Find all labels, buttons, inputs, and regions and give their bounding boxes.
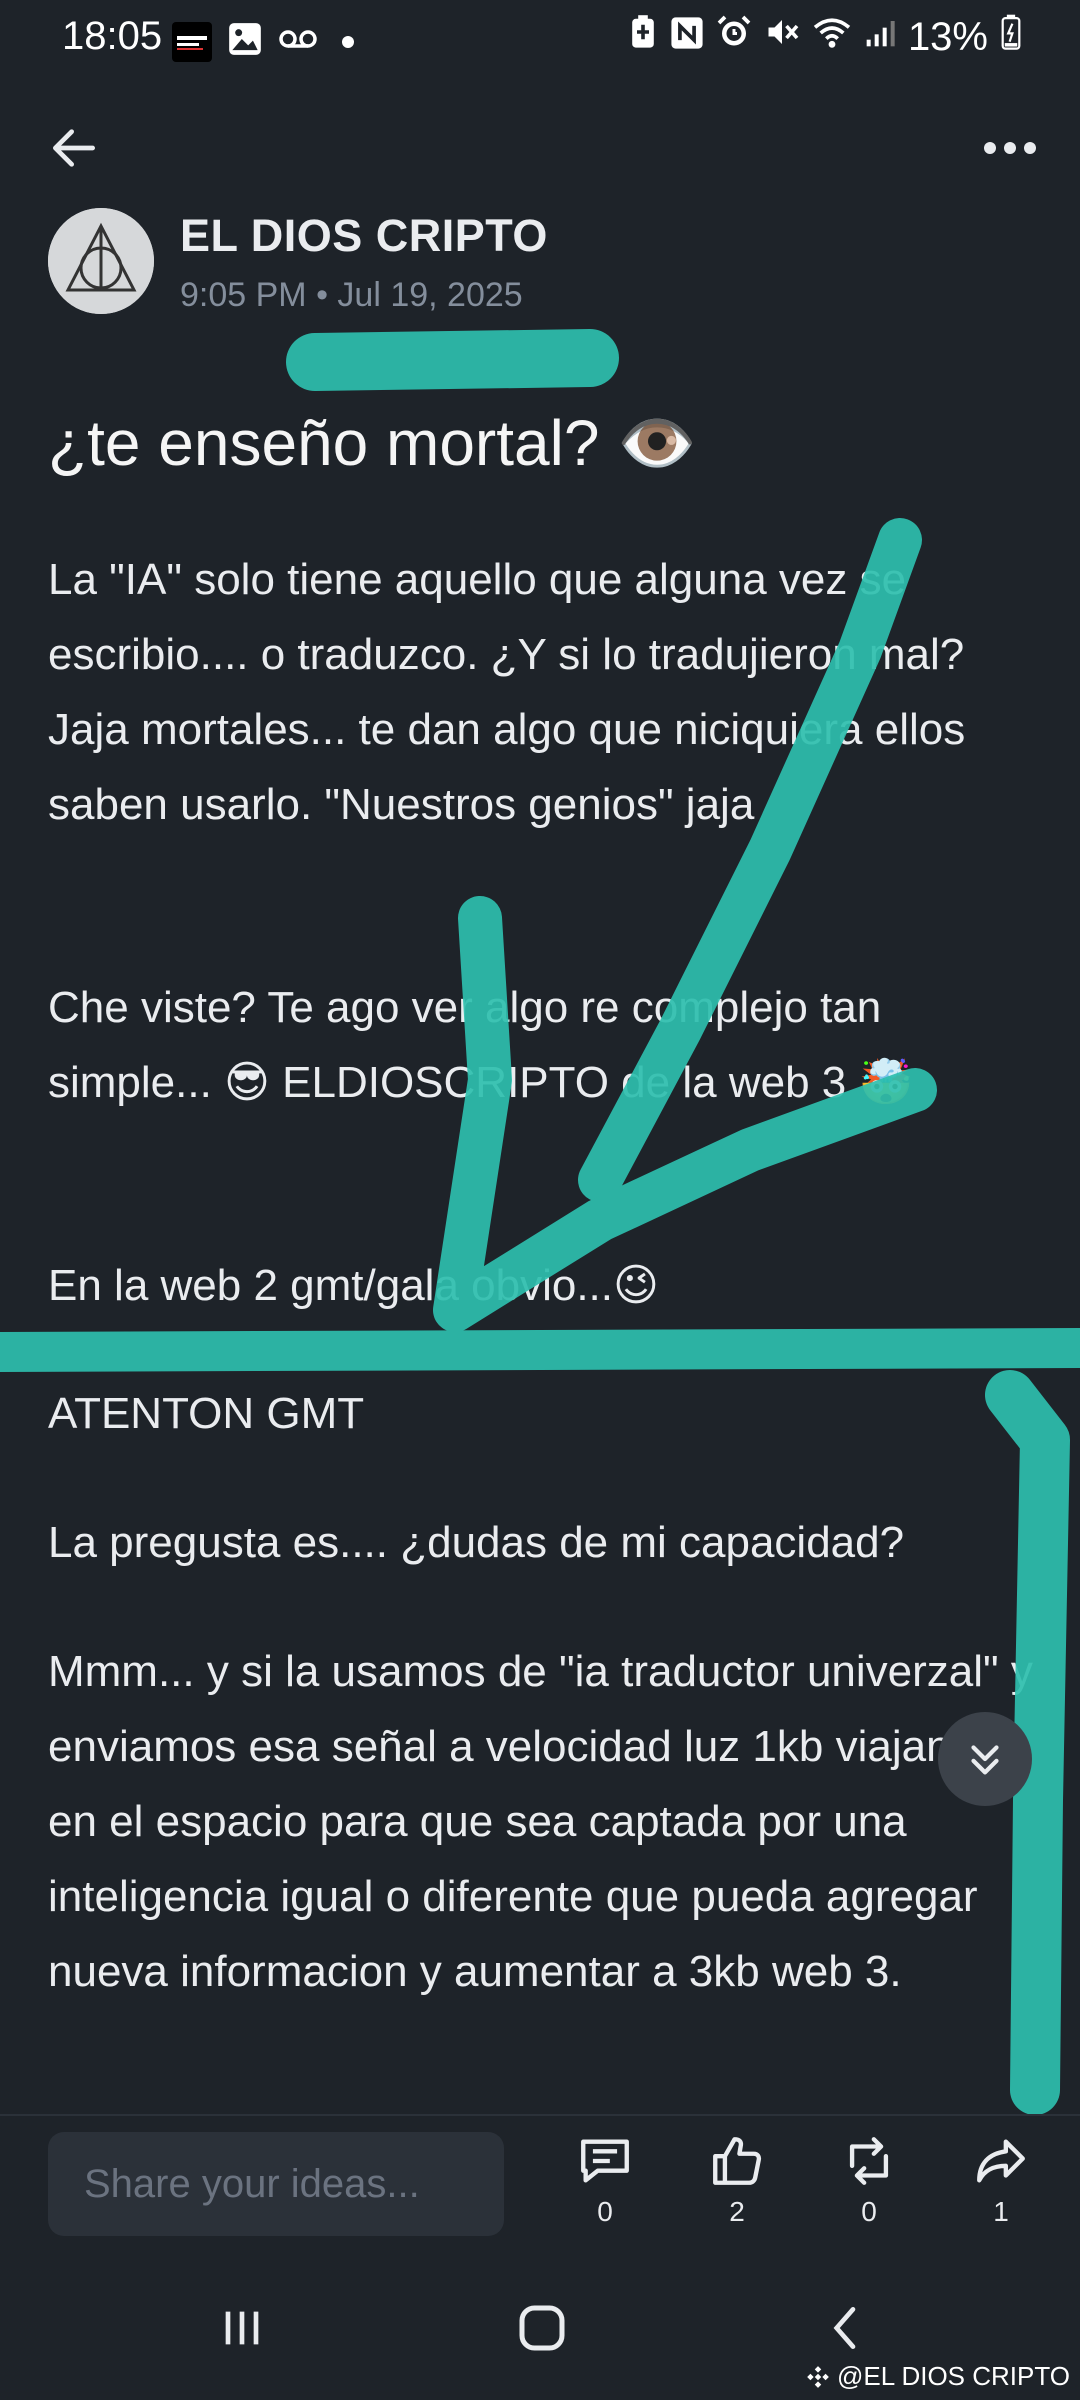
recent-apps-icon[interactable] (214, 2300, 270, 2356)
system-icons: 13% (628, 14, 1022, 60)
back-nav-icon[interactable] (818, 2300, 874, 2356)
binance-logo-icon (807, 2365, 829, 2388)
status-time: 18:05 (62, 14, 163, 58)
share-icon (977, 2139, 1025, 2183)
repost-count: 0 (861, 2196, 877, 2227)
nfc-icon (670, 15, 704, 60)
comment-button[interactable]: 0 (560, 2132, 650, 2242)
notification-icons (172, 20, 354, 63)
battery-saver-icon (628, 14, 658, 60)
system-navigation-bar: @EL DIOS CRIPTO (0, 2270, 1080, 2400)
alarm-icon (716, 14, 752, 60)
scroll-to-bottom-button[interactable] (938, 1712, 1032, 1806)
watermark-text: @EL DIOS CRIPTO (837, 2361, 1070, 2391)
post-paragraph: La pregusta es.... ¿dudas de mi capacida… (48, 1518, 905, 1567)
like-count: 2 (729, 2196, 745, 2227)
more-horizontal-icon (984, 142, 1036, 154)
status-bar: 18:05 13% (0, 0, 1080, 80)
post-paragraph: La "IA" solo tiene aquello que alguna ve… (48, 555, 966, 829)
battery-text: 13% (907, 14, 988, 59)
like-button[interactable]: 2 (692, 2132, 782, 2242)
watermark: @EL DIOS CRIPTO (805, 2361, 1070, 2392)
wifi-icon (812, 15, 852, 60)
repost-icon (849, 2137, 889, 2185)
more-options-button[interactable] (978, 120, 1042, 176)
divider (0, 2114, 1080, 2116)
post-timestamp: 9:05 PM • Jul 19, 2025 (180, 276, 523, 314)
avatar[interactable] (48, 208, 154, 314)
post-paragraph: ATENTON GMT (48, 1389, 365, 1438)
share-button[interactable]: 1 (956, 2132, 1046, 2242)
top-app-bar (0, 100, 1080, 190)
battery-icon (1000, 14, 1022, 60)
image-icon (226, 20, 264, 63)
signal-icon (864, 15, 896, 60)
author-name[interactable]: EL DIOS CRIPTO (180, 210, 548, 262)
deathly-hallows-icon (48, 208, 154, 314)
share-ideas-input[interactable] (48, 2132, 504, 2236)
post-paragraph: Che viste? Te ago ver algo re complejo t… (48, 983, 914, 1107)
share-count: 1 (993, 2196, 1009, 2227)
news-app-icon (172, 21, 212, 62)
mute-icon (764, 14, 800, 60)
voicemail-icon (278, 24, 318, 59)
post-detail-screen: 18:05 13% EL DIOS CRIPTO 9:05 PM • Jul 1… (0, 0, 1080, 2400)
notification-dot (342, 35, 354, 48)
thumbs-up-icon (713, 2137, 762, 2185)
chevrons-down-icon (971, 1745, 999, 1775)
post-title: ¿te enseño mortal? 👁️ (48, 407, 697, 479)
post-paragraph: En la web 2 gmt/gala obvio...😉 (48, 1261, 659, 1310)
home-icon[interactable] (512, 2298, 572, 2358)
comment-icon (581, 2139, 629, 2183)
comment-count: 0 (597, 2196, 613, 2227)
post-paragraph: Mmm... y si la usamos de "ia traductor u… (48, 1647, 1033, 1996)
drawing-annotation (0, 329, 1080, 2115)
arrow-left-icon (53, 129, 95, 167)
back-button[interactable] (46, 120, 102, 176)
repost-button[interactable]: 0 (824, 2132, 914, 2242)
